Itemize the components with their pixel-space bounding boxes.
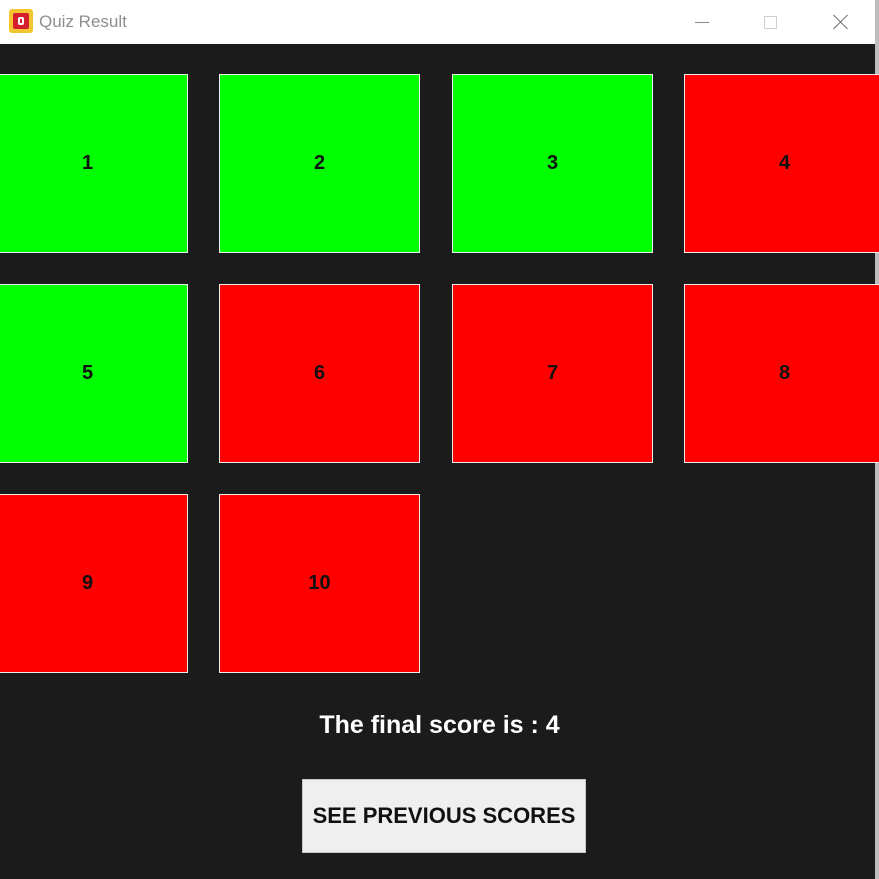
window-title: Quiz Result: [39, 12, 127, 31]
question-result-tile[interactable]: 1: [0, 74, 188, 253]
question-result-tile[interactable]: 8: [684, 284, 879, 463]
close-button[interactable]: [814, 0, 868, 44]
maximize-icon: [763, 15, 777, 29]
final-score-text: The final score is : 4: [319, 711, 560, 739]
question-result-tile[interactable]: 6: [219, 284, 420, 463]
minimize-button[interactable]: [675, 0, 729, 44]
question-result-tile[interactable]: 10: [219, 494, 420, 673]
question-result-tile[interactable]: 2: [219, 74, 420, 253]
app-icon: [9, 9, 33, 33]
title-bar: Quiz Result: [0, 0, 875, 44]
question-result-tile[interactable]: 4: [684, 74, 879, 253]
question-result-tile[interactable]: 7: [452, 284, 653, 463]
maximize-button[interactable]: [743, 0, 797, 44]
quiz-result-window: Quiz Result 1 2 3 4 5 6 7 8 9 10 The fin…: [0, 0, 879, 879]
question-result-tile[interactable]: 5: [0, 284, 188, 463]
minimize-icon: [695, 21, 709, 23]
see-previous-scores-button[interactable]: SEE PREVIOUS SCORES: [302, 779, 586, 853]
question-result-tile[interactable]: 9: [0, 494, 188, 673]
question-result-tile[interactable]: 3: [452, 74, 653, 253]
close-icon: [833, 14, 849, 30]
